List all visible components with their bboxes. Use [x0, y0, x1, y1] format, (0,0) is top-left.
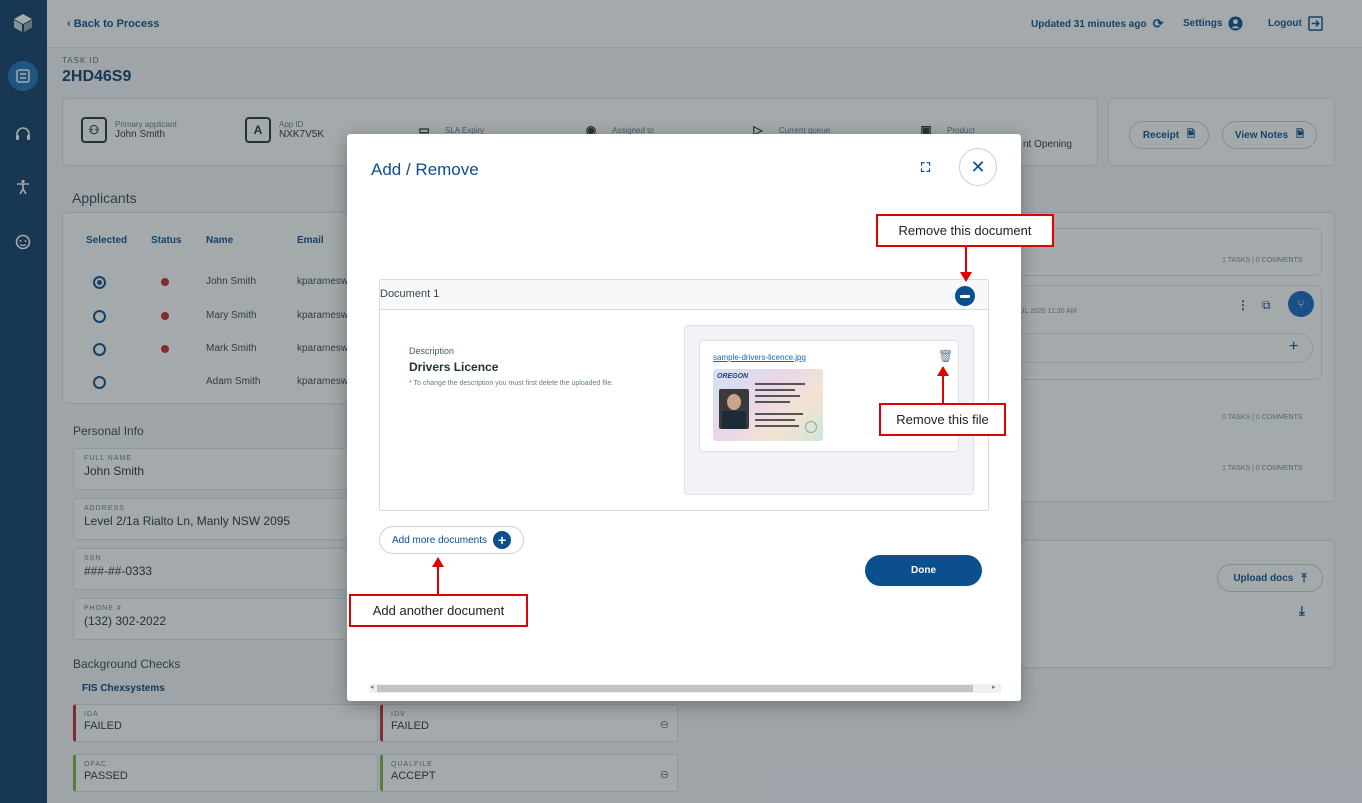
- scroll-left-icon[interactable]: ◂: [370, 683, 374, 691]
- close-icon: ✕: [970, 156, 986, 177]
- description-label: Description: [409, 346, 455, 356]
- add-more-documents-button[interactable]: Add more documents +: [379, 526, 524, 554]
- callout-arrow-down-icon: [960, 272, 972, 282]
- add-more-label: Add more documents: [391, 534, 488, 546]
- callout-add-document: Add another document: [349, 594, 528, 627]
- callout-remove-file-text: Remove this file: [896, 412, 989, 427]
- callout-arrow-up-icon: [937, 366, 949, 376]
- file-name-link[interactable]: sample-drivers-licence.jpg: [713, 353, 806, 362]
- done-button[interactable]: Done: [865, 555, 982, 586]
- close-button[interactable]: ✕: [959, 148, 997, 186]
- document-header[interactable]: Document 1: [380, 280, 988, 310]
- callout-remove-document: Remove this document: [876, 214, 1054, 247]
- scroll-right-icon[interactable]: ▸: [992, 683, 996, 691]
- callout-remove-document-text: Remove this document: [898, 223, 1032, 238]
- plus-circle-icon: +: [493, 531, 512, 549]
- callout-arrow-up-icon: [432, 557, 444, 567]
- expand-icon[interactable]: ⛶: [921, 160, 930, 176]
- done-label: Done: [911, 565, 936, 576]
- remove-document-button[interactable]: [955, 286, 975, 306]
- drivers-licence-image: OREGON: [713, 369, 823, 441]
- scrollbar-thumb[interactable]: [377, 685, 973, 692]
- callout-arrow-line: [437, 566, 439, 594]
- modal-title: Add / Remove: [371, 160, 479, 179]
- callout-arrow-line: [965, 247, 967, 274]
- callout-add-document-text: Add another document: [372, 603, 505, 618]
- document-panel: Document 1 Description Drivers Licence *…: [379, 279, 989, 511]
- callout-arrow-line: [942, 375, 944, 403]
- callout-remove-file: Remove this file: [879, 403, 1006, 436]
- description-value: Drivers Licence: [409, 360, 499, 374]
- description-note: * To change the description you must fir…: [409, 380, 614, 387]
- document-title: Document 1: [380, 288, 440, 300]
- licence-photo: [719, 389, 749, 429]
- licence-state: OREGON: [717, 373, 749, 380]
- trash-icon[interactable]: 🗑: [938, 349, 953, 363]
- horizontal-scrollbar[interactable]: ◂ ▸: [369, 684, 1001, 693]
- app-root: ‹ Back to Process Updated 31 minutes ago…: [0, 0, 1362, 803]
- minus-icon: [960, 294, 970, 298]
